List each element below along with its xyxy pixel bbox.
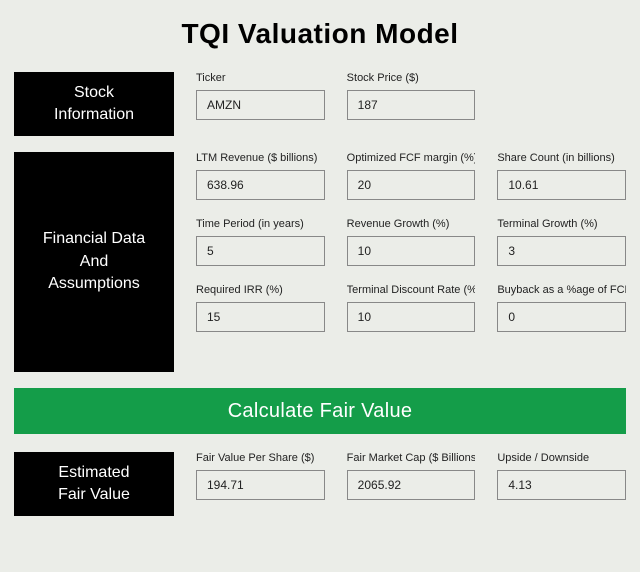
- label-stock-price: Stock Price ($): [347, 72, 476, 84]
- input-share-count[interactable]: 10.61: [497, 170, 626, 200]
- label-share-count: Share Count (in billions): [497, 152, 626, 164]
- label-revenue-growth: Revenue Growth (%): [347, 218, 476, 230]
- section-heading-estimated: EstimatedFair Value: [14, 452, 174, 516]
- field-fair-market-cap: Fair Market Cap ($ Billions) 2065.92: [347, 452, 476, 500]
- field-opt-fcf-margin: Optimized FCF margin (%) 20: [347, 152, 476, 200]
- output-fair-market-cap: 2065.92: [347, 470, 476, 500]
- label-opt-fcf-margin: Optimized FCF margin (%): [347, 152, 476, 164]
- output-fair-value-share: 194.71: [196, 470, 325, 500]
- calculate-fair-value-button[interactable]: Calculate Fair Value: [14, 388, 626, 434]
- field-upside-downside: Upside / Downside 4.13: [497, 452, 626, 500]
- label-terminal-growth: Terminal Growth (%): [497, 218, 626, 230]
- field-fair-value-share: Fair Value Per Share ($) 194.71: [196, 452, 325, 500]
- input-terminal-discount[interactable]: 10: [347, 302, 476, 332]
- label-upside-downside: Upside / Downside: [497, 452, 626, 464]
- field-terminal-discount: Terminal Discount Rate (%) 10: [347, 284, 476, 332]
- label-fair-value-share: Fair Value Per Share ($): [196, 452, 325, 464]
- spacer: [497, 72, 626, 120]
- label-fair-market-cap: Fair Market Cap ($ Billions): [347, 452, 476, 464]
- field-terminal-growth: Terminal Growth (%) 3: [497, 218, 626, 266]
- input-revenue-growth[interactable]: 10: [347, 236, 476, 266]
- page-title: TQI Valuation Model: [14, 0, 626, 72]
- section-stock-information: StockInformation Ticker AMZN Stock Price…: [14, 72, 626, 136]
- section-heading-stock: StockInformation: [14, 72, 174, 136]
- input-buyback[interactable]: 0: [497, 302, 626, 332]
- field-buyback: Buyback as a %age of FCF 0: [497, 284, 626, 332]
- input-ltm-revenue[interactable]: 638.96: [196, 170, 325, 200]
- input-ticker[interactable]: AMZN: [196, 90, 325, 120]
- input-time-period[interactable]: 5: [196, 236, 325, 266]
- section-financial-data: Financial DataAndAssumptions LTM Revenue…: [14, 152, 626, 372]
- section-estimated-fair-value: EstimatedFair Value Fair Value Per Share…: [14, 452, 626, 516]
- field-stock-price: Stock Price ($) 187: [347, 72, 476, 120]
- field-ltm-revenue: LTM Revenue ($ billions) 638.96: [196, 152, 325, 200]
- label-buyback: Buyback as a %age of FCF: [497, 284, 626, 296]
- field-revenue-growth: Revenue Growth (%) 10: [347, 218, 476, 266]
- output-upside-downside: 4.13: [497, 470, 626, 500]
- input-terminal-growth[interactable]: 3: [497, 236, 626, 266]
- label-time-period: Time Period (in years): [196, 218, 325, 230]
- label-terminal-discount: Terminal Discount Rate (%): [347, 284, 476, 296]
- input-required-irr[interactable]: 15: [196, 302, 325, 332]
- field-ticker: Ticker AMZN: [196, 72, 325, 120]
- input-stock-price[interactable]: 187: [347, 90, 476, 120]
- field-time-period: Time Period (in years) 5: [196, 218, 325, 266]
- input-opt-fcf-margin[interactable]: 20: [347, 170, 476, 200]
- label-ticker: Ticker: [196, 72, 325, 84]
- label-required-irr: Required IRR (%): [196, 284, 325, 296]
- field-share-count: Share Count (in billions) 10.61: [497, 152, 626, 200]
- field-required-irr: Required IRR (%) 15: [196, 284, 325, 332]
- label-ltm-revenue: LTM Revenue ($ billions): [196, 152, 325, 164]
- section-heading-financial: Financial DataAndAssumptions: [14, 152, 174, 372]
